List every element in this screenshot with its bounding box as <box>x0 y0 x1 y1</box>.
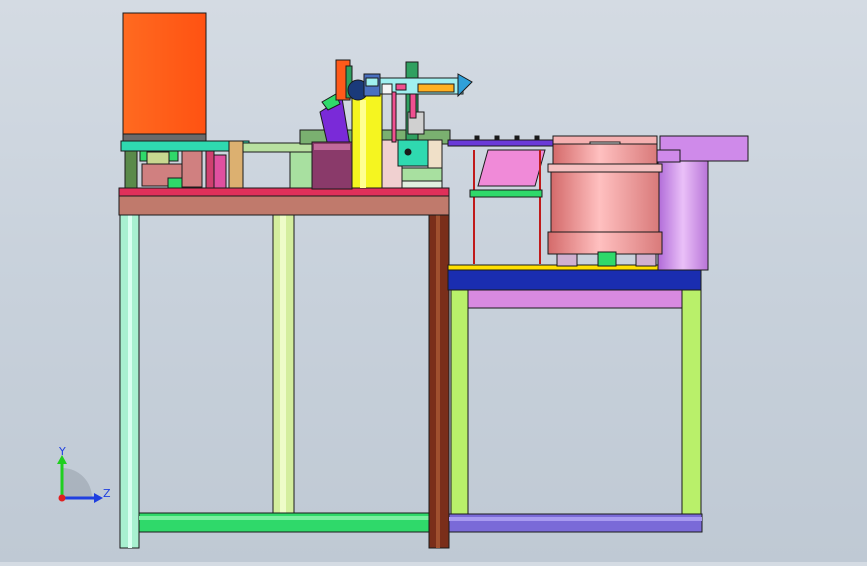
triad-origin <box>58 494 66 502</box>
coordinate-triad: Y Z <box>57 445 111 503</box>
y-axis-label: Y <box>58 445 66 458</box>
right-table-frame <box>447 264 703 533</box>
bowl-body <box>552 143 658 165</box>
pink-chute <box>477 149 546 187</box>
left-table-top <box>118 195 450 216</box>
vibratory-bowl <box>547 135 749 271</box>
cad-viewport[interactable]: Y Z <box>0 0 867 562</box>
right-front-leg <box>450 289 469 515</box>
right-rear-leg <box>681 289 702 515</box>
right-table-skirt <box>467 289 683 309</box>
teal-block <box>397 139 429 167</box>
triad-quadrant-shading <box>62 468 92 498</box>
z-axis-label: Z <box>103 487 111 500</box>
left-mechanism <box>120 140 314 189</box>
yellow-column <box>351 89 383 189</box>
right-table-top <box>447 269 702 291</box>
central-press-assembly <box>299 59 473 190</box>
right-bottom-rail <box>448 513 703 533</box>
feeder-chute <box>447 135 559 264</box>
orange-housing <box>122 12 207 143</box>
left-bottom-rail <box>138 512 432 533</box>
left-table-frame <box>118 187 450 549</box>
cad-assembly-drawing: Y Z <box>57 12 749 549</box>
bowl-tower <box>657 157 709 271</box>
